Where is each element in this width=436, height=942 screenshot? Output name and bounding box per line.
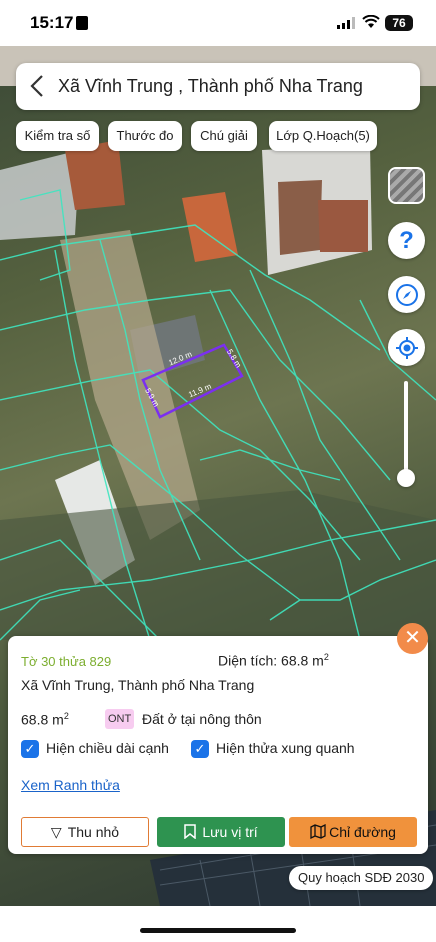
home-indicator [140, 928, 296, 933]
opacity-slider-track[interactable] [404, 381, 408, 479]
my-location-button[interactable] [388, 329, 425, 366]
parcel-area-value: 68.8 m2 [21, 711, 69, 728]
view-boundary-link[interactable]: Xem Ranh thửa [21, 777, 120, 793]
signal-icon [337, 17, 355, 29]
status-time: 15:17 [30, 13, 74, 32]
bookmark-icon [184, 824, 197, 839]
my-location-icon [395, 336, 418, 359]
area-value-text: 68.8 m [21, 711, 64, 728]
opacity-slider-knob[interactable] [397, 469, 415, 487]
parcel-location: Xã Vĩnh Trung, Thành phố Nha Trang [21, 677, 255, 693]
layer-thumbnail[interactable] [388, 167, 425, 204]
help-icon: ? [399, 226, 414, 254]
minimize-label: Thu nhỏ [67, 824, 120, 840]
save-location-label: Lưu vị trí [202, 824, 258, 840]
page-title: Xã Vĩnh Trung , Thành phố Nha Trang [58, 76, 363, 96]
battery-icon: 76 [385, 15, 413, 31]
close-icon[interactable]: ✕ [397, 623, 428, 654]
show-edge-length-checkbox[interactable]: ✓ [21, 740, 39, 758]
area-unit-sup: 2 [323, 652, 329, 662]
show-neighbors-checkbox[interactable]: ✓ [191, 740, 209, 758]
compass-icon [395, 283, 418, 306]
legend-chip[interactable]: Chú giải [191, 121, 257, 151]
back-arrow-icon[interactable] [28, 73, 48, 99]
planning-layer-chip[interactable]: Lớp Q.Hoạch(5) [269, 121, 377, 151]
map-icon [310, 824, 326, 839]
show-edge-length-label: Hiện chiều dài cạnh [46, 740, 169, 756]
help-button[interactable]: ? [388, 222, 425, 259]
directions-button[interactable]: Chỉ đường [289, 817, 417, 847]
contact-card-icon [76, 16, 88, 30]
wifi-icon [362, 15, 380, 28]
directions-label: Chỉ đường [329, 824, 396, 840]
check-number-chip[interactable]: Kiểm tra số [16, 121, 99, 151]
save-location-button[interactable]: Lưu vị trí [157, 817, 285, 847]
bottom-safe-area [0, 906, 436, 942]
parcel-id: Tờ 30 thửa 829 [21, 654, 112, 669]
minimize-button[interactable]: ▽ Thu nhỏ [21, 817, 149, 847]
measure-chip[interactable]: Thước đo [108, 121, 182, 151]
land-use-label: Đất ở tại nông thôn [142, 711, 262, 727]
chevron-down-icon: ▽ [50, 824, 62, 840]
compass-button[interactable] [388, 276, 425, 313]
status-bar: 15:17 76 [0, 0, 436, 46]
parcel-info-card: Tờ 30 thửa 829 Diện tích: 68.8 m2 Xã Vĩn… [8, 636, 428, 854]
parcel-area-header: Diện tích: 68.8 m2 [218, 652, 329, 669]
area-label-text: Diện tích: 68.8 m [218, 652, 324, 669]
show-neighbors-label: Hiện thửa xung quanh [216, 740, 355, 756]
land-code-badge: ONT [105, 709, 135, 729]
area-value-sup: 2 [63, 711, 69, 721]
planning-layer-tag[interactable]: Quy hoạch SDĐ 2030 [289, 866, 434, 890]
location-header: Xã Vĩnh Trung , Thành phố Nha Trang [16, 63, 420, 110]
